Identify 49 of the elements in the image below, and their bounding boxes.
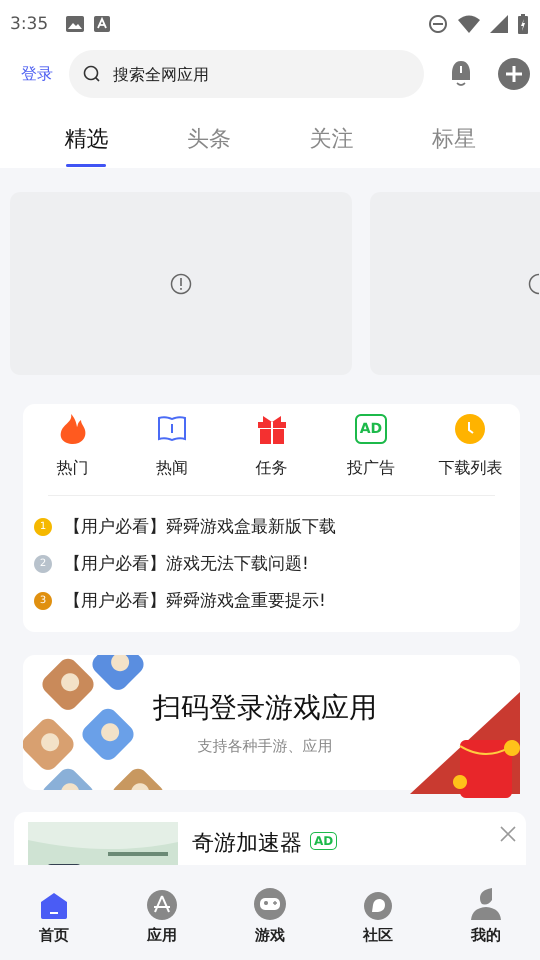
close-icon[interactable] [500,826,516,842]
status-time: 3:35 [10,14,48,34]
rank-medal: 2 [34,554,52,572]
add-icon[interactable] [498,58,530,90]
nav-tab[interactable]: 应用 [108,881,216,945]
nav-tab[interactable]: 我的 [432,881,540,945]
ad-badge: AD [310,832,338,850]
tab[interactable]: 标星 [392,100,515,168]
ad-card[interactable]: 奇游加速器 AD [14,812,526,865]
banner-title: 扫码登录游戏应用 [153,690,377,726]
home-icon [40,892,68,920]
tab[interactable]: 精选 [25,100,148,168]
menu-item[interactable]: AD 投广告 [321,414,421,479]
ad-title: 奇游加速器 [192,830,302,858]
signal-icon [490,15,508,33]
user-icon [470,888,502,920]
rank-medal: 3 [34,592,52,610]
gift-icon [256,414,287,444]
notice-link[interactable]: 【用户必看】游戏无法下载问题! [64,552,309,575]
battery-icon [518,14,528,34]
flame-icon [58,414,87,444]
menu-item[interactable]: 任务 [222,414,322,479]
nav-tab[interactable]: 首页 [0,881,108,945]
gamepad-icon [254,888,286,920]
app-store-icon [147,890,177,920]
search-field[interactable]: 搜索全网应用 [69,50,424,98]
do-not-disturb-icon [428,14,448,34]
rank-medal: 1 [34,518,52,536]
ad-icon: AD [354,414,387,444]
keyboard-icon [94,16,110,32]
wifi-icon [458,15,480,33]
search-icon [83,65,101,83]
menu-item[interactable]: 热闻 [122,414,222,479]
notice-link[interactable]: 【用户必看】舜舜游戏盒重要提示! [64,589,326,612]
clock-icon [455,414,486,444]
banner-subtitle: 支持各种手游、应用 [198,737,332,756]
book-icon [157,414,188,444]
nav-tab[interactable]: 游戏 [216,881,324,945]
nav-tab[interactable]: 社区 [324,881,432,945]
menu-item[interactable]: 热门 [23,414,122,479]
login-link[interactable]: 登录 [21,64,53,84]
scan-login-banner[interactable]: 扫码登录游戏应用 支持各种手游、应用 [23,655,520,790]
tab[interactable]: 头条 [148,100,270,168]
image-icon [66,16,84,32]
notice-link[interactable]: 【用户必看】舜舜游戏盒最新版下载 [64,515,336,538]
chat-icon [364,892,392,920]
menu-item[interactable]: 下载列表 [420,414,520,479]
bell-icon[interactable] [450,60,472,88]
tab[interactable]: 关注 [270,100,392,168]
